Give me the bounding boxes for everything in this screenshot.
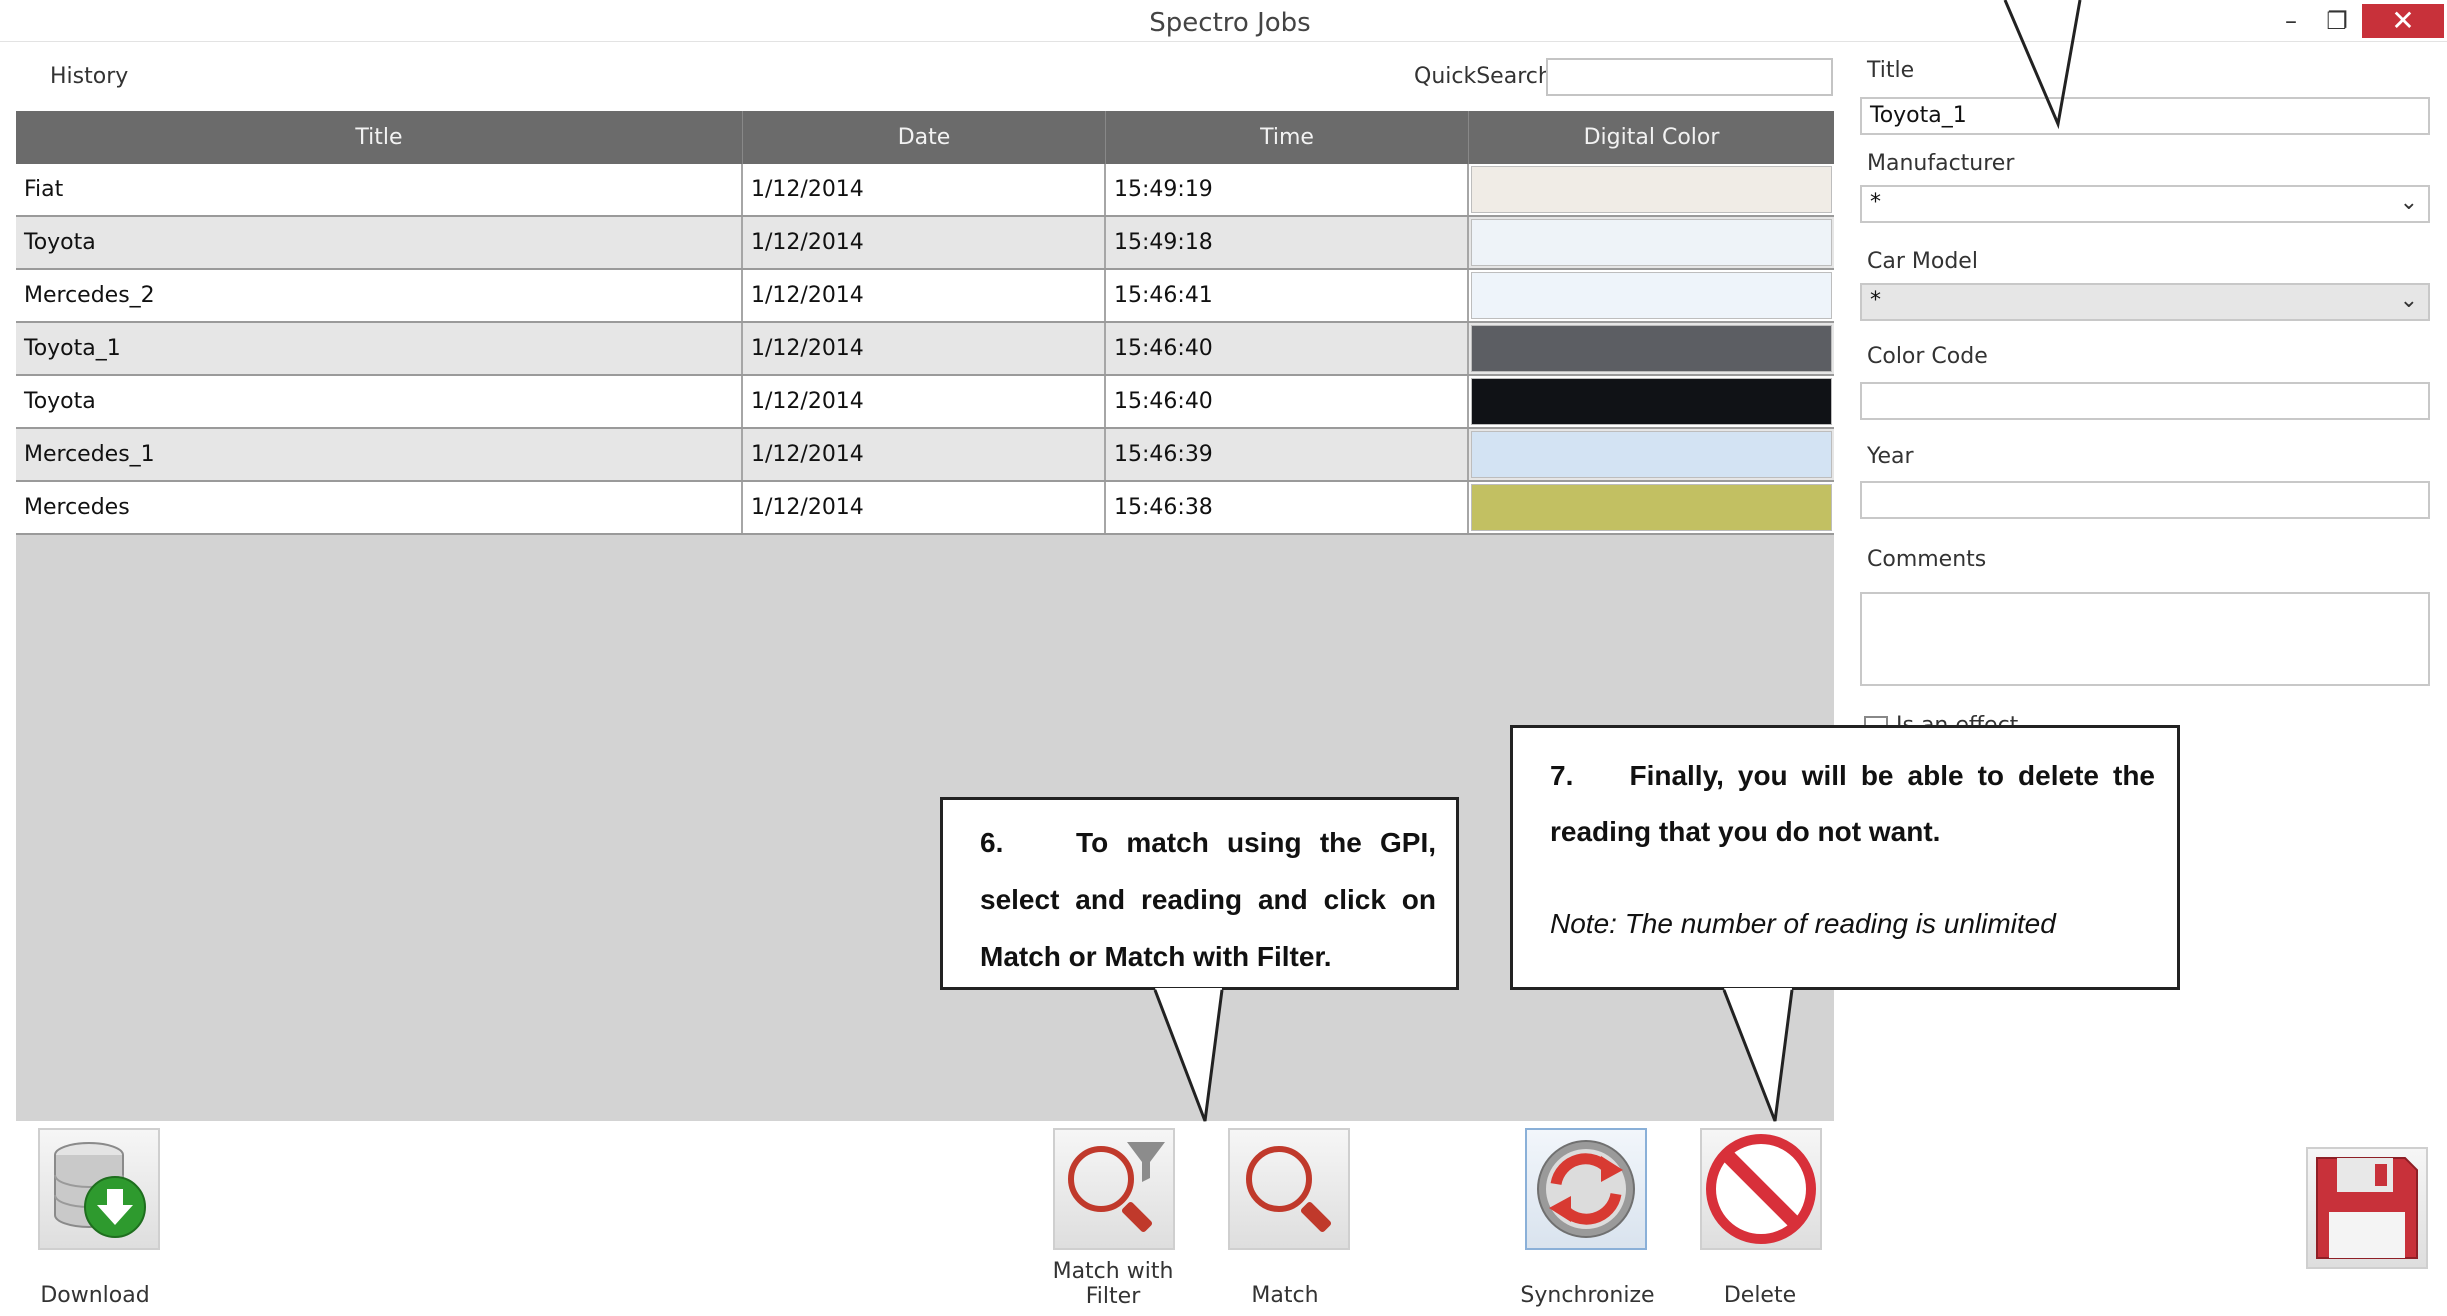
callout-pointers <box>1153 0 2082 1122</box>
callout-title-pointer <box>2003 0 2082 130</box>
callout-7-pointer-fill <box>1724 988 1792 1121</box>
callout-6-pointer-fill <box>1155 988 1222 1121</box>
